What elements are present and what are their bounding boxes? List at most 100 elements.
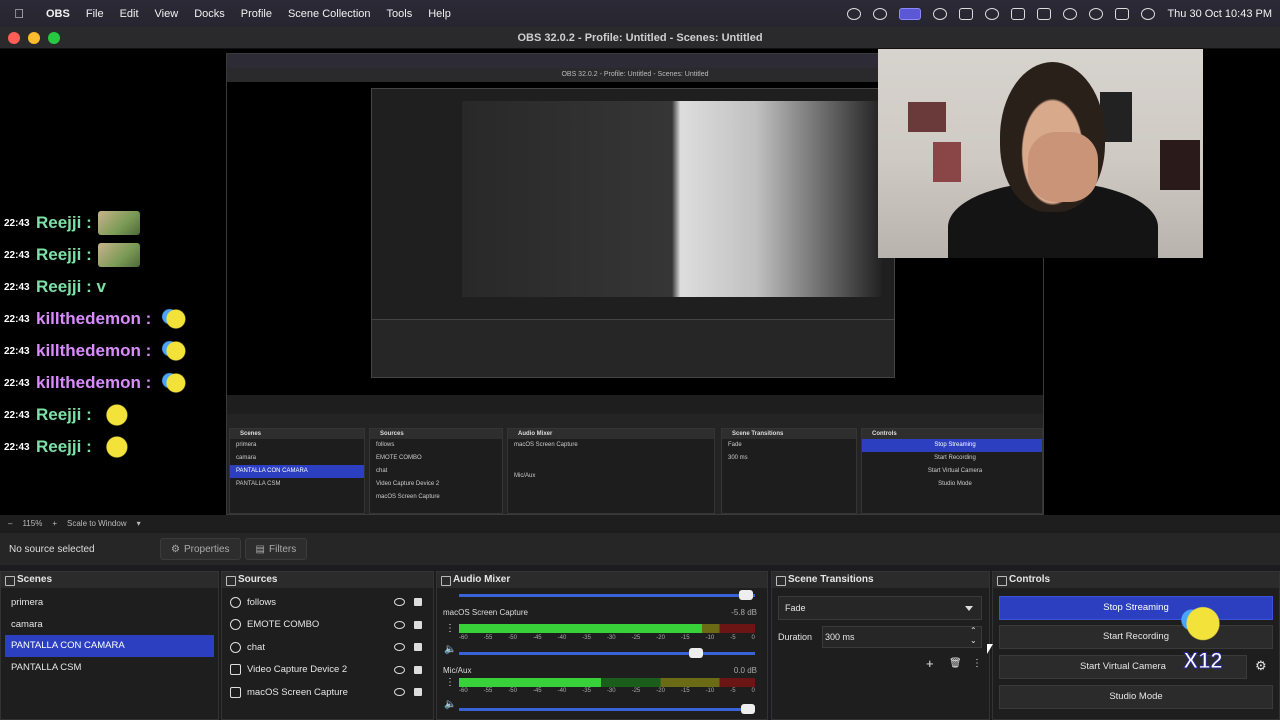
- duration-input[interactable]: 300 ms: [822, 626, 982, 648]
- meter-tick-label: -60: [459, 635, 468, 641]
- nested-source-item: macOS Screen Capture: [376, 494, 440, 500]
- meter-tick-label: -25: [631, 635, 641, 641]
- source-name: Video Capture Device 2: [247, 664, 348, 676]
- visibility-icon[interactable]: [394, 665, 405, 674]
- chat-message: 22:43 Reejji :: [4, 399, 199, 431]
- nested-sources-header: Sources: [370, 429, 502, 439]
- chat-emote-image: [97, 243, 140, 267]
- minimize-window-button[interactable]: [28, 32, 40, 44]
- nested-scenes-dock: Scenes primera camara PANTALLA CON CAMAR…: [229, 428, 365, 514]
- studio-mode-button[interactable]: Studio Mode: [999, 685, 1273, 709]
- fader-knob[interactable]: [689, 648, 703, 658]
- start-recording-button[interactable]: Start Recording: [999, 625, 1273, 649]
- apple-icon[interactable]: : [0, 6, 38, 21]
- volume-fader[interactable]: [459, 648, 755, 658]
- vpn-icon[interactable]: [933, 7, 948, 20]
- menu-scene-collection[interactable]: Scene Collection: [280, 8, 379, 20]
- lock-icon[interactable]: [414, 643, 422, 652]
- stop-streaming-button[interactable]: Stop Streaming: [999, 596, 1273, 620]
- source-item[interactable]: EMOTE COMBO: [222, 614, 433, 637]
- channel-menu-icon[interactable]: ⋮: [445, 677, 455, 688]
- properties-button[interactable]: ⚙ Properties: [160, 538, 241, 560]
- webcam-feed: [878, 49, 1203, 258]
- meter-tick-label: -45: [532, 635, 542, 641]
- chat-overlay: 22:43 Reejji : 22:43 Reejji : 22:43 Reejji : …: [4, 207, 200, 463]
- scene-item[interactable]: PANTALLA CON CAMARA: [5, 635, 214, 657]
- browser-source-icon: [230, 619, 241, 631]
- volume-fader[interactable]: [459, 704, 755, 714]
- scene-transitions-header: Scene Transitions: [772, 572, 989, 588]
- speaker-icon[interactable]: 🔈: [444, 644, 456, 655]
- channel-menu-icon[interactable]: ⋮: [445, 623, 455, 634]
- window-title: OBS 32.0.2 - Profile: Untitled - Scenes:…: [517, 32, 763, 44]
- siri-icon[interactable]: [1141, 7, 1156, 20]
- menubar-clock[interactable]: Thu 30 Oct 10:43 PM: [1167, 8, 1272, 20]
- visibility-icon[interactable]: [394, 688, 405, 697]
- zoom-window-button[interactable]: [48, 32, 60, 44]
- menu-edit[interactable]: Edit: [112, 8, 147, 20]
- lock-icon[interactable]: [414, 688, 422, 697]
- record-status-icon[interactable]: [873, 7, 888, 20]
- meter-tick-label: -55: [483, 688, 493, 694]
- source-item[interactable]: Video Capture Device 2: [222, 659, 433, 682]
- wall-poster: [908, 102, 946, 132]
- menu-file[interactable]: File: [78, 8, 112, 20]
- meter-tick-label: -50: [508, 635, 517, 641]
- source-item[interactable]: follows: [222, 591, 433, 614]
- channel-db: -5.8 dB: [731, 608, 757, 617]
- trash-icon[interactable]: 🗑: [949, 658, 962, 669]
- clock-status-icon[interactable]: [985, 7, 1000, 20]
- camera-source-icon: [230, 664, 241, 676]
- menu-tools[interactable]: Tools: [379, 8, 421, 20]
- menu-view[interactable]: View: [147, 8, 187, 20]
- menu-app[interactable]: OBS: [38, 8, 78, 20]
- meter-ticks: -60 -55 -50 -45 -40 -35 -30 -25 -20 -15 -10 -5 0: [459, 688, 755, 694]
- visibility-icon[interactable]: [394, 598, 405, 607]
- fader-knob[interactable]: [741, 704, 755, 714]
- menu-profile[interactable]: Profile: [233, 8, 280, 20]
- nested-scenes-header: Scenes: [230, 429, 364, 439]
- search-icon[interactable]: [1089, 7, 1104, 20]
- duration-stepper[interactable]: ⌃ ⌄: [970, 626, 977, 646]
- battery-icon[interactable]: [1037, 7, 1052, 20]
- volume-fader-top[interactable]: [459, 590, 755, 600]
- filters-button[interactable]: ▤ Filters: [244, 538, 308, 560]
- visibility-icon[interactable]: [394, 643, 405, 652]
- keyboard-icon[interactable]: [1011, 7, 1026, 20]
- fader-knob[interactable]: [739, 590, 753, 600]
- scene-item[interactable]: PANTALLA CSM: [1, 657, 218, 679]
- nested-source-item: chat: [376, 468, 388, 474]
- screen-share-icon[interactable]: [899, 7, 922, 20]
- extension-icon[interactable]: [959, 7, 974, 20]
- close-window-button[interactable]: [8, 32, 20, 44]
- chevron-down-icon[interactable]: ▾: [137, 519, 141, 528]
- nested-scene-item: PANTALLA CON CAMARA: [230, 465, 364, 478]
- zoom-in-button[interactable]: +: [52, 519, 57, 528]
- preview-canvas[interactable]: 22:43 Reejji : 22:43 Reejji : 22:43 Reejji : …: [0, 49, 1280, 515]
- visibility-icon[interactable]: [394, 620, 405, 629]
- chat-emote-image: [157, 371, 200, 395]
- more-options-icon[interactable]: ⋮: [972, 658, 982, 669]
- nested-source-item: EMOTE COMBO: [376, 455, 422, 461]
- source-item[interactable]: chat: [222, 636, 433, 659]
- zoom-mode-select[interactable]: Scale to Window: [67, 519, 127, 528]
- wifi-icon[interactable]: [1063, 7, 1078, 20]
- scene-item[interactable]: primera: [1, 592, 218, 614]
- chat-username: Reejji :: [36, 245, 92, 264]
- menu-docks[interactable]: Docks: [186, 8, 233, 20]
- menu-help[interactable]: Help: [420, 8, 459, 20]
- source-item[interactable]: macOS Screen Capture: [222, 681, 433, 704]
- sources-header: Sources: [222, 572, 433, 588]
- zoom-out-button[interactable]: –: [8, 519, 12, 528]
- gear-icon[interactable]: ⚙: [1255, 658, 1267, 674]
- lock-icon[interactable]: [414, 665, 422, 674]
- lock-icon[interactable]: [414, 620, 422, 629]
- lock-icon[interactable]: [414, 598, 422, 607]
- speaker-icon[interactable]: 🔈: [444, 699, 456, 710]
- transition-type-select[interactable]: Fade: [778, 596, 982, 620]
- add-transition-icon[interactable]: +: [926, 656, 934, 671]
- scene-item[interactable]: camara: [1, 614, 218, 636]
- chat-message: 22:43 killthedemon :: [4, 335, 200, 367]
- status-app-icon[interactable]: [847, 7, 862, 20]
- control-center-icon[interactable]: [1115, 7, 1130, 20]
